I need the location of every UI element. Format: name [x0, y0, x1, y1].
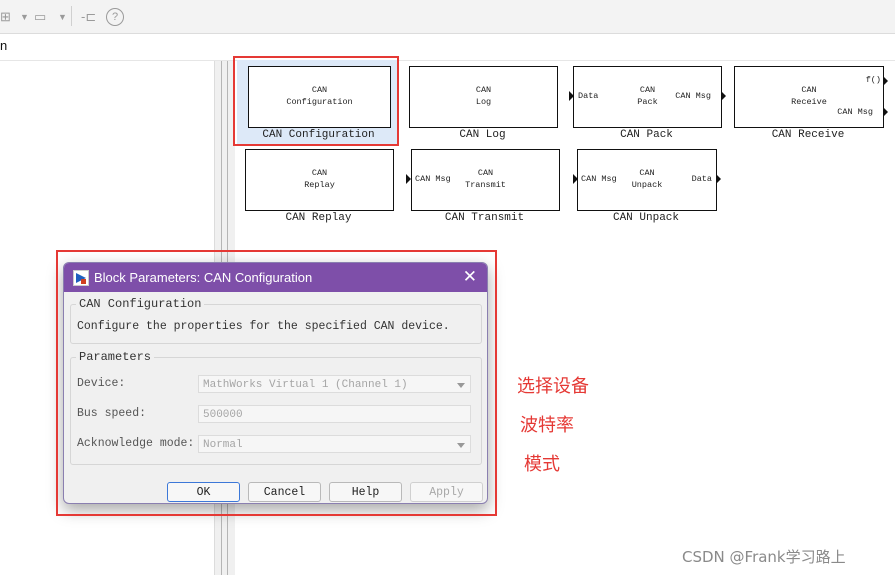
can-log-block[interactable]: CAN Log: [409, 66, 558, 128]
chevron-down-icon[interactable]: ▼: [20, 9, 29, 25]
block-name: CAN Pack: [620, 129, 673, 141]
block-text: Log: [475, 97, 492, 107]
block-name: CAN Unpack: [612, 212, 679, 224]
output-port-arrow-icon[interactable]: [716, 174, 721, 184]
can-unpack-block[interactable]: CAN Unpack CAN Msg Data: [577, 149, 717, 211]
input-port-arrow-icon[interactable]: [569, 91, 574, 101]
input-port-label: Data: [578, 91, 599, 101]
input-port-arrow-icon[interactable]: [406, 174, 411, 184]
block-text: CAN: [475, 85, 492, 95]
can-pack-block[interactable]: CAN Pack Data CAN Msg: [573, 66, 722, 128]
output-port-label: Data: [691, 174, 712, 184]
block-name: CAN Receive: [771, 129, 845, 141]
toolbar: ⊞ ▼ ▭ ▼ -⊏ ?: [0, 0, 895, 34]
function-call-port-label: f(): [865, 75, 881, 85]
block-name: CAN Transmit: [444, 212, 525, 224]
dialog-highlight-box: [56, 250, 497, 516]
pin-icon[interactable]: -⊏: [81, 9, 96, 25]
output-port-arrow-icon[interactable]: [721, 91, 726, 101]
block-name: CAN Replay: [285, 212, 352, 224]
input-port-label: CAN Msg: [415, 174, 451, 184]
menu-item[interactable]: n: [0, 38, 7, 53]
chevron-down-icon[interactable]: ▼: [58, 9, 67, 25]
menu-bar: n: [0, 34, 895, 61]
watermark: CSDN @Frank学习路上: [682, 548, 846, 566]
speed-annotation: 波特率: [520, 415, 574, 436]
output-port-arrow-icon[interactable]: [883, 107, 888, 117]
output-port-label: CAN Msg: [837, 107, 873, 117]
output-port-label: CAN Msg: [675, 91, 711, 101]
can-replay-block[interactable]: CAN Replay: [245, 149, 394, 211]
block-name: CAN Log: [459, 129, 506, 141]
block-text: Replay: [304, 180, 335, 190]
can-transmit-block[interactable]: CAN Transmit CAN Msg: [411, 149, 560, 211]
help-icon[interactable]: ?: [106, 8, 124, 26]
selection-highlight-box: [233, 56, 399, 146]
output-port-arrow-icon[interactable]: [883, 76, 888, 86]
block-text: CAN: [311, 168, 328, 178]
input-port-label: CAN Msg: [581, 174, 617, 184]
block-text: CAN: [801, 85, 817, 95]
add-block-icon[interactable]: ⊞: [0, 9, 11, 25]
input-port-arrow-icon[interactable]: [573, 174, 578, 184]
mode-annotation: 模式: [524, 454, 560, 475]
open-folder-icon[interactable]: ▭: [34, 9, 46, 25]
can-receive-block[interactable]: CAN Receive f() CAN Msg: [734, 66, 884, 128]
toolbar-divider: [71, 6, 72, 26]
device-annotation: 选择设备: [517, 376, 589, 397]
